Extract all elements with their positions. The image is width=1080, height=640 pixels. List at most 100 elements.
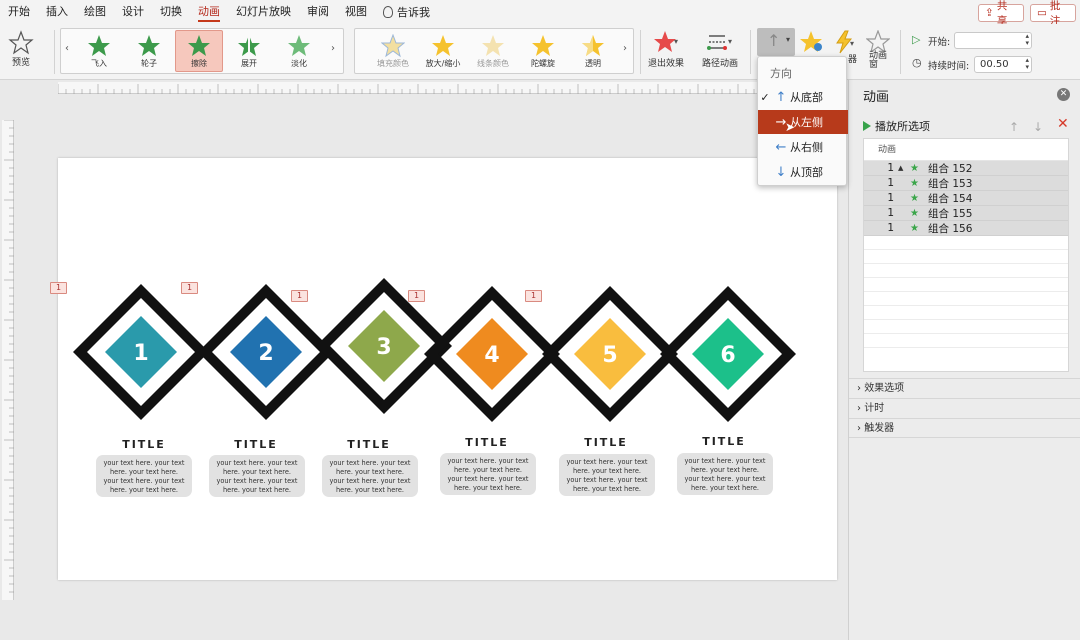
- duration-input[interactable]: 00.50 ▴ ▾: [974, 56, 1032, 73]
- effect-split[interactable]: 展开: [225, 30, 273, 72]
- menu-slideshow[interactable]: 幻灯片放映: [228, 0, 299, 24]
- item-body-1[interactable]: your text here. your text here. your tex…: [96, 455, 192, 497]
- list-item[interactable]: 1 ★ 组合 154: [864, 191, 1068, 206]
- item-body-5[interactable]: your text here. your text here. your tex…: [559, 454, 655, 496]
- slide-canvas[interactable]: 1 2 3 4 5 6 TITLE TITLE TITLE TITLE TITLE TIT…: [58, 158, 837, 580]
- animation-order-tag[interactable]: 1: [50, 282, 67, 294]
- animation-order-tag[interactable]: 1: [408, 290, 425, 302]
- effect-fly-in[interactable]: 飞入: [75, 30, 123, 72]
- cursor-icon: ▲: [898, 164, 904, 172]
- item-title-1[interactable]: TITLE: [89, 438, 199, 451]
- empty-row: [864, 334, 1068, 348]
- menu-design[interactable]: 设计: [114, 0, 152, 24]
- row-name: 组合 153: [928, 177, 973, 190]
- preview-label: 预览: [11, 58, 30, 68]
- menu-transitions[interactable]: 切换: [152, 0, 190, 24]
- item-title-5[interactable]: TITLE: [551, 436, 661, 449]
- direction-from-right[interactable]: ← 从右侧: [758, 135, 848, 159]
- direction-from-top[interactable]: ↓ 从顶部: [758, 160, 848, 184]
- move-down-icon[interactable]: ↓: [1033, 120, 1043, 134]
- duration-label: 持续时间:: [928, 61, 970, 72]
- section-label: 计时: [864, 403, 885, 414]
- menu-animations[interactable]: 动画: [190, 0, 228, 24]
- menu-home[interactable]: 开始: [0, 0, 38, 24]
- list-item[interactable]: 1 ★ 组合 155: [864, 206, 1068, 221]
- menu-insert[interactable]: 插入: [38, 0, 76, 24]
- diamond-number: 3: [376, 335, 391, 360]
- effect-transparency[interactable]: 透明: [569, 30, 617, 72]
- direction-from-left[interactable]: → 从左侧: [758, 110, 848, 134]
- ribbon-separator: [900, 30, 901, 74]
- animation-order-tag[interactable]: 1: [181, 282, 198, 294]
- comment-button[interactable]: ▭ 批注: [1030, 0, 1076, 27]
- menu-bar: 开始 插入 绘图 设计 切换 动画 幻灯片放映 审阅 视图 告诉我 ⇪ 共享 ▭…: [0, 0, 1080, 27]
- row-order: 1: [887, 192, 894, 204]
- row-name: 组合 154: [928, 192, 973, 205]
- start-select[interactable]: ▴ ▾: [954, 32, 1032, 49]
- list-item[interactable]: 1 ★ 组合 156: [864, 221, 1068, 236]
- effect-options-button[interactable]: ↑ ▾: [757, 28, 795, 56]
- split-star-icon: [238, 33, 260, 58]
- checkmark-icon: ✓: [760, 90, 770, 104]
- item-title-2[interactable]: TITLE: [201, 438, 311, 451]
- effect-label: 展开: [241, 58, 257, 68]
- effect-wheel[interactable]: 轮子: [125, 30, 173, 72]
- animation-pane-button[interactable]: 动画 窗: [866, 30, 890, 70]
- timing-section[interactable]: › 计时: [849, 398, 1080, 418]
- effect-fade[interactable]: 淡化: [275, 30, 323, 72]
- row-name: 组合 155: [928, 207, 973, 220]
- effect-fill-color[interactable]: 填充颜色: [369, 30, 417, 72]
- exit-effects-button[interactable]: ▾ 退出效果: [648, 30, 684, 69]
- gallery-left-arrow-icon[interactable]: ‹: [65, 43, 69, 54]
- diamond-item-2[interactable]: 2: [198, 284, 334, 426]
- effect-label: 填充颜色: [377, 58, 409, 68]
- gallery-right-arrow-icon[interactable]: ›: [623, 43, 627, 54]
- enter-effects-gallery: ‹ 飞入 轮子 擦除 展开 淡化 ›: [60, 28, 344, 74]
- preview-button[interactable]: 预览: [8, 30, 34, 68]
- item-title-6[interactable]: TITLE: [669, 435, 779, 448]
- diamond-item-4[interactable]: 4: [424, 286, 560, 428]
- item-body-6[interactable]: your text here. your text here. your tex…: [677, 453, 773, 495]
- line-color-star-icon: [482, 34, 504, 56]
- path-animation-button[interactable]: ▾ 路径动画: [702, 30, 738, 69]
- direction-from-bottom[interactable]: ✓ ↑ 从底部: [758, 85, 848, 109]
- play-selected-button[interactable]: 播放所选项: [863, 118, 930, 134]
- triggers-section[interactable]: › 触发器: [849, 418, 1080, 438]
- row-name: 组合 156: [928, 222, 973, 235]
- move-up-icon[interactable]: ↑: [1009, 120, 1019, 134]
- item-title-3[interactable]: TITLE: [314, 438, 424, 451]
- item-title-4[interactable]: TITLE: [432, 436, 542, 449]
- menu-review[interactable]: 审阅: [299, 0, 337, 24]
- diamond-item-3[interactable]: 3: [316, 272, 452, 414]
- share-button[interactable]: ⇪ 共享: [978, 0, 1024, 27]
- effect-wipe[interactable]: 擦除: [175, 30, 223, 72]
- effect-options-section[interactable]: › 效果选项: [849, 378, 1080, 398]
- diamond-item-5[interactable]: 5: [542, 280, 678, 422]
- fade-star-icon: [288, 34, 310, 56]
- diamond-item-6[interactable]: 6: [660, 286, 796, 428]
- animation-order-tag[interactable]: 1: [291, 290, 308, 302]
- effect-spin[interactable]: 陀螺旋: [519, 30, 567, 72]
- animation-order-tag[interactable]: 1: [525, 290, 542, 302]
- diamond-item-1[interactable]: 1: [73, 278, 209, 420]
- add-animation-button[interactable]: [800, 30, 826, 54]
- list-item[interactable]: 1 ★ 组合 153: [864, 176, 1068, 191]
- item-body-2[interactable]: your text here. your text here. your tex…: [209, 455, 305, 497]
- effect-grow-shrink[interactable]: 放大/缩小: [419, 30, 467, 72]
- spin-arrows-icon: ▴ ▾: [1025, 56, 1029, 71]
- play-start-icon: ▷: [912, 33, 921, 46]
- item-body-3[interactable]: your text here. your text here. your tex…: [322, 455, 418, 497]
- menu-view[interactable]: 视图: [337, 0, 375, 24]
- item-body-4[interactable]: your text here. your text here. your tex…: [440, 453, 536, 495]
- close-icon[interactable]: ✕: [1057, 88, 1070, 101]
- menu-draw[interactable]: 绘图: [76, 0, 114, 24]
- empty-row: [864, 306, 1068, 320]
- tell-me[interactable]: 告诉我: [375, 4, 438, 20]
- effect-line-color[interactable]: 线条颜色: [469, 30, 517, 72]
- diamond-number: 1: [133, 341, 148, 366]
- list-item[interactable]: 1 ▲ ★ 组合 152: [864, 161, 1068, 176]
- horizontal-ruler: [57, 82, 836, 94]
- effect-label: 轮子: [141, 58, 157, 68]
- gallery-right-arrow-icon[interactable]: ›: [331, 43, 335, 54]
- delete-icon[interactable]: ✕: [1057, 116, 1069, 132]
